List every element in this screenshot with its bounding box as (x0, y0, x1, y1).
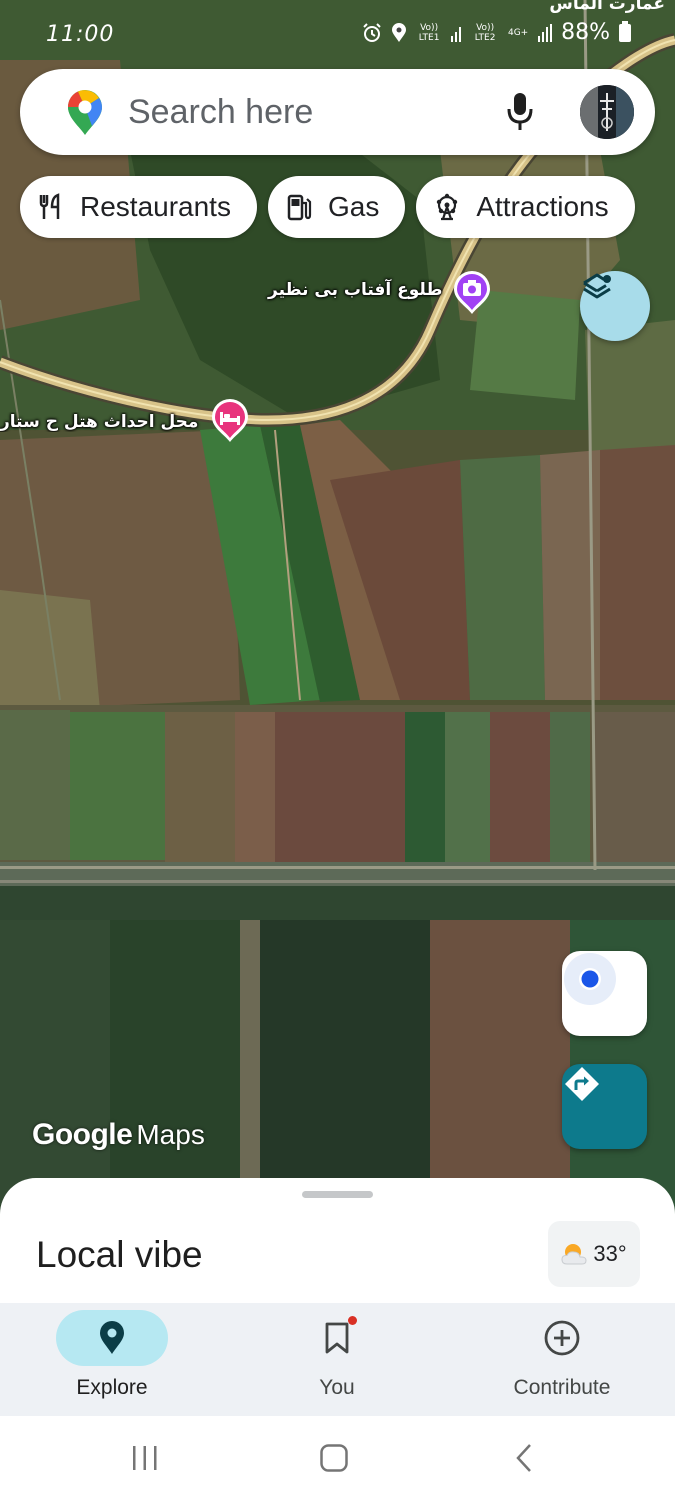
layers-icon (583, 273, 611, 299)
sheet-title: Local vibe (36, 1234, 203, 1275)
notification-dot (348, 1316, 357, 1325)
avatar-image (580, 85, 634, 139)
status-time: 11:00 (46, 22, 115, 47)
nav-explore[interactable]: Explore (22, 1303, 202, 1416)
signal-icon (451, 26, 462, 42)
map-label-top: عمارت الماس (549, 0, 665, 14)
search-input[interactable]: Search here (128, 93, 313, 132)
nav-contribute-indicator (506, 1310, 618, 1366)
directions-icon (565, 1067, 599, 1101)
battery-icon (619, 20, 631, 42)
ferris-wheel-icon (432, 192, 462, 222)
sim2-label: Vo)) LTE2 (474, 22, 496, 43)
microphone-icon[interactable] (506, 91, 534, 133)
status-icons: Vo)) LTE1 Vo)) LTE2 4G+ 88% (362, 20, 631, 45)
partly-sunny-icon (561, 1244, 587, 1265)
account-avatar[interactable] (580, 85, 634, 139)
location-pin-icon (100, 1321, 124, 1354)
signal-icon-2 (538, 23, 553, 42)
directions-button[interactable] (562, 1064, 647, 1149)
explore-bottom-sheet[interactable]: Local vibe 33° (0, 1178, 675, 1308)
hotel-map-pin[interactable] (210, 398, 250, 444)
google-maps-pin-icon (68, 90, 102, 135)
nav-you[interactable]: You (247, 1303, 427, 1416)
layers-button[interactable] (580, 271, 650, 341)
fork-knife-icon (36, 192, 66, 222)
sheet-drag-handle[interactable] (302, 1191, 373, 1198)
gas-pump-icon (284, 192, 314, 222)
chip-label: Gas (327, 191, 380, 222)
status-bar: عمارت الماس 11:00 Vo)) LTE1 Vo)) LTE2 4G… (0, 0, 675, 70)
home-icon[interactable] (319, 1443, 349, 1473)
nav-label-explore: Explore (76, 1376, 148, 1399)
nav-contribute[interactable]: Contribute (472, 1303, 652, 1416)
system-navigation-bar (0, 1416, 675, 1500)
sim1-label: Vo)) LTE1 (418, 22, 440, 43)
chip-label: Attractions (476, 191, 609, 222)
place-label-hotel[interactable]: محل احداث هتل ح ستار (0, 412, 202, 432)
google-maps-logo: Google Maps (32, 1118, 205, 1151)
search-bar[interactable]: Search here (20, 69, 655, 155)
chip-restaurants[interactable]: Restaurants (20, 176, 257, 238)
chip-label: Restaurants (80, 191, 231, 222)
place-label-sunrise[interactable]: طلوع آفتاب بی نظیر (268, 280, 442, 300)
add-circle-icon (544, 1320, 580, 1356)
network-type: 4G+ (507, 27, 529, 38)
my-location-icon (564, 953, 616, 1005)
back-icon[interactable] (512, 1442, 536, 1474)
nav-you-indicator (281, 1310, 393, 1366)
my-location-button[interactable] (562, 951, 647, 1036)
category-chips: Restaurants Gas Attractions (20, 176, 635, 238)
chip-gas[interactable]: Gas (267, 176, 406, 238)
bottom-navigation: Explore You Contribute (0, 1303, 675, 1416)
alarm-icon (363, 22, 381, 42)
nav-label-contribute: Contribute (513, 1376, 611, 1399)
recent-apps-icon[interactable] (130, 1444, 160, 1472)
nav-explore-indicator (56, 1310, 168, 1366)
chip-attractions[interactable]: Attractions (416, 176, 635, 238)
bookmark-icon (325, 1322, 349, 1354)
nav-label-you: You (319, 1376, 355, 1399)
attraction-map-pin[interactable] (452, 270, 492, 316)
weather-temp: 33° (593, 1241, 627, 1266)
weather-chip[interactable]: 33° (548, 1221, 640, 1287)
location-icon (392, 22, 407, 42)
battery-percent: 88% (561, 20, 610, 45)
